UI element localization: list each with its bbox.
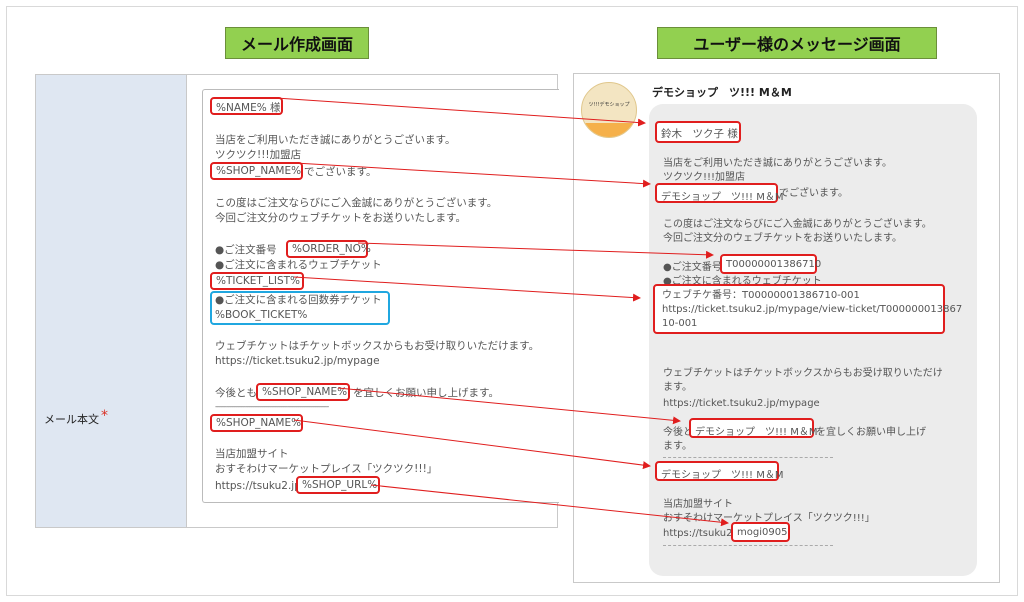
msg-line-thanks: 当店をご利用いただき誠にありがとうございます。 [663,158,892,169]
line-url-prefix: https://tsuku2.jp/ [215,480,305,492]
shop-avatar: ツ!!!デモショップ [581,82,637,138]
mail-body-textarea[interactable]: %NAME% 様 当店をご利用いただき誠にありがとうございます。 ツクツク!!!… [202,89,559,503]
msg-line-mypage-url: https://ticket.tsuku2.jp/mypage [663,398,820,409]
highlight-msg-ticket-list: ウェブチケ番号：T00000001386710-001 https://tick… [653,284,962,334]
msg-divider-bottom [663,545,833,546]
highlight-msg-footer-shop: デモショップ ツ!!! M＆M [655,461,783,481]
required-mark: * [101,408,108,424]
avatar-text: ツ!!!デモショップ [588,102,630,108]
user-message-view: ツ!!!デモショップ デモショップ ツ!!! M＆M 鈴木 ツク子 様 当店をご… [573,73,1000,583]
msg-line-receive2: ます。 [663,382,692,393]
mail-compose-form: メール本文 * %NAME% 様 当店をご利用いただき誠にありがとうございます。 … [35,74,559,528]
msg-ticket-line2: https://ticket.tsuku2.jp/mypage/view-tic… [662,304,963,315]
page-frame: メール作成画面 ユーザー様のメッセージ画面 メール本文 * %NAME% 様 当店… [6,6,1018,596]
line-store: ツクツク!!!加盟店 [215,149,302,161]
line-send-tickets: 今回ご注文分のウェブチケットをお送りいたします。 [215,212,466,224]
line-order-no-label: ●ご注文番号 [215,244,277,256]
highlight-footer-shop-tag: %SHOP_NAME% [210,414,303,432]
shop-url-tag-text: %SHOP_URL% [302,479,378,491]
msg-shop-name-text: デモショップ ツ!!! M＆M [661,192,784,203]
msg-line-closing-suffix2: ます。 [663,441,692,452]
msg-line-site-label: 当店加盟サイト [663,499,733,510]
highlight-order-no-tag: %ORDER_NO% [286,240,371,258]
line-receive: ウェブチケットはチケットボックスからもお受け取りいただけます。 [215,340,540,352]
highlight-recipient-name: 鈴木 ツク子 様 [655,121,741,143]
shop-name-tag-text: %SHOP_NAME% [216,165,302,177]
msg-closing-shop-text: デモショップ ツ!!! M＆M [695,427,818,438]
msg-line-order-thanks: この度はご注文ならびにご入金誠にありがとうございます。 [663,219,932,230]
msg-line-shop-suffix: でございます。 [779,188,848,199]
line-book-tag: %BOOK_TICKET% [215,309,308,321]
mail-body-label-text: メール本文 [44,413,99,426]
msg-ticket-line1: ウェブチケ番号：T00000001386710-001 [662,290,860,301]
highlight-shop-url-tag: %SHOP_URL% [296,476,380,494]
line-closing-suffix: を宜しくお願い申し上げます。 [353,387,499,399]
name-tag-text: %NAME% 様 [216,102,281,114]
msg-order-no-text: T00000001386710 [726,259,822,270]
footer-shop-tag-text: %SHOP_NAME% [216,417,302,429]
closing-shop-tag-text: %SHOP_NAME% [262,386,348,398]
heading-user-message: ユーザー様のメッセージ画面 [657,27,937,59]
line-site-label: 当店加盟サイト [215,448,289,460]
msg-line-closing-suffix: を宜しくお願い申し上げ [816,427,926,438]
line-book-label: ●ご注文に含まれる回数券チケット [215,294,382,306]
highlight-msg-shop-name: デモショップ ツ!!! M＆M [655,183,783,203]
order-no-tag-text: %ORDER_NO% [292,243,371,255]
msg-footer-shop-text: デモショップ ツ!!! M＆M [661,470,784,481]
recipient-name-text: 鈴木 ツク子 様 [661,128,738,140]
line-divider: ----------------------------------------… [215,402,329,411]
mail-body-label: メール本文 * [44,408,108,427]
msg-ticket-line3: 10-001 [662,318,698,329]
line-order-thanks: この度はご注文ならびにご入金誠にありがとうございます。 [215,197,498,209]
highlight-name-tag: %NAME% 様 [210,97,283,115]
line-closing-prefix: 今後とも [215,387,257,399]
line-thanks: 当店をご利用いただき誠にありがとうございます。 [215,134,456,146]
heading-mail-compose: メール作成画面 [225,27,369,59]
msg-shop-url-text: mogi0905 [737,527,788,538]
highlight-msg-closing-shop: デモショップ ツ!!! M＆M [689,418,818,438]
line-marketplace: おすそわけマーケットプレイス「ツクツク!!!」 [215,463,438,475]
msg-line-send-tickets: 今回ご注文分のウェブチケットをお送りいたします。 [663,233,902,244]
highlight-msg-order-no: T00000001386710 [720,254,821,274]
highlight-closing-shop-tag: %SHOP_NAME% [256,383,350,401]
message-bubble: 鈴木 ツク子 様 当店をご利用いただき誠にありがとうございます。 ツクツク!!!… [649,104,977,576]
highlight-msg-shop-url[interactable]: mogi0905 [731,522,790,542]
ticket-list-tag-text: %TICKET_LIST% [216,275,301,287]
msg-divider-top [663,457,833,458]
line-ticket-label: ●ご注文に含まれるウェブチケット [215,259,382,271]
line-shop-suffix: でございます。 [304,166,377,178]
message-shop-name: デモショップ ツ!!! M＆M [652,86,792,99]
line-mypage-url: https://ticket.tsuku2.jp/mypage [215,355,380,367]
highlight-ticket-list-tag: %TICKET_LIST% [210,272,304,290]
form-label-column: メール本文 * [36,75,187,527]
highlight-shop-name-tag: %SHOP_NAME% [210,162,303,180]
avatar-stripe [582,123,636,137]
msg-line-receive1: ウェブチケットはチケットボックスからもお受け取りいただけ [663,368,943,379]
